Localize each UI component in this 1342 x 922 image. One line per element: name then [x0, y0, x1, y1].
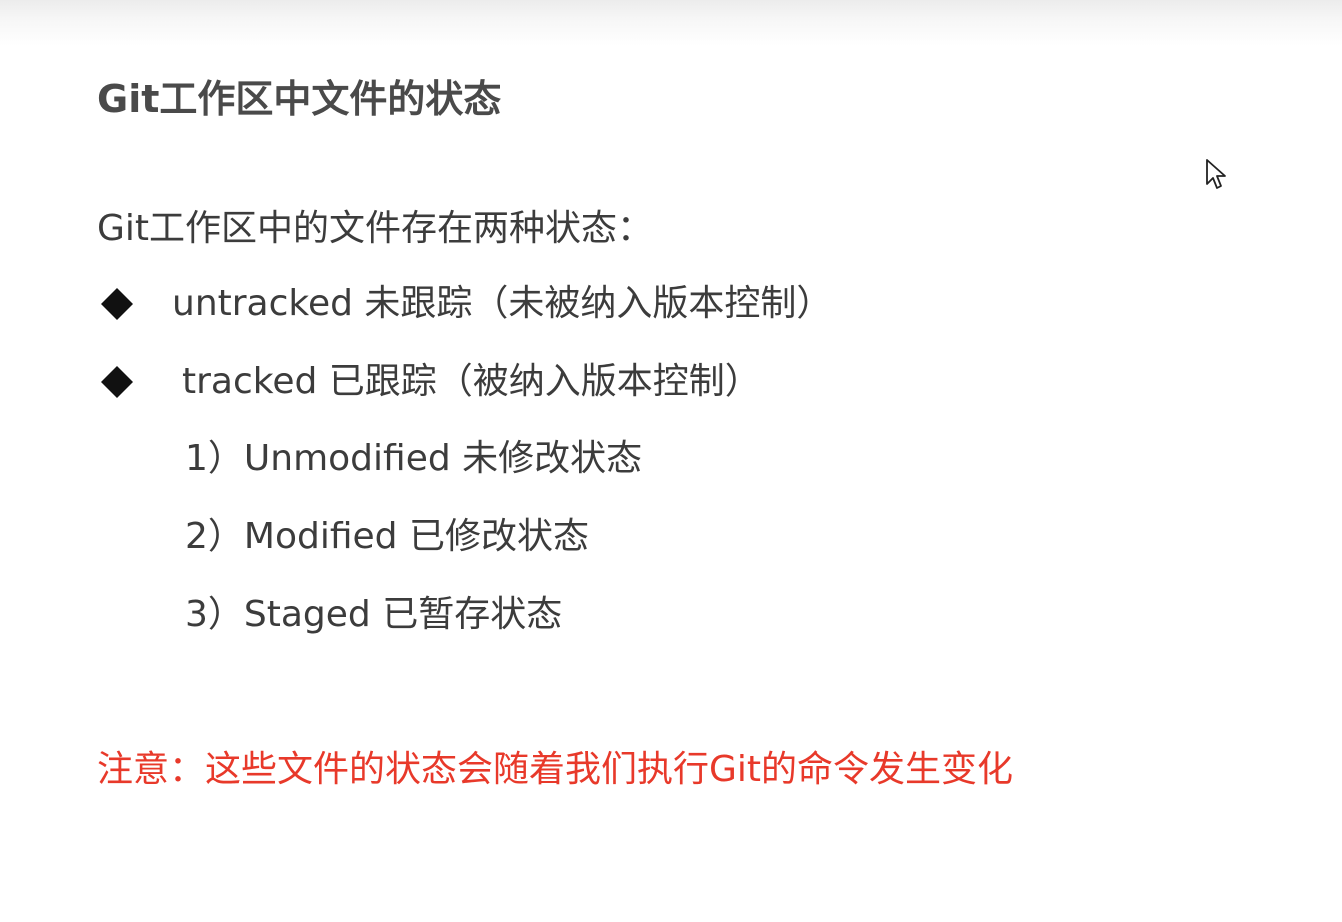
slide-title: Git工作区中文件的状态 — [97, 77, 502, 121]
sub-item-unmodified: 1）Unmodified 未修改状态 — [185, 438, 643, 479]
sub-item-staged: 3）Staged 已暂存状态 — [185, 594, 563, 635]
sub-item-modified: 2）Modified 已修改状态 — [185, 516, 589, 557]
diamond-bullet-icon — [97, 284, 137, 324]
diamond-bullet-icon — [97, 362, 137, 402]
note-text: 注意：这些文件的状态会随着我们执行Git的命令发生变化 — [97, 749, 1014, 790]
intro-text: Git工作区中的文件存在两种状态： — [97, 208, 654, 249]
top-shade-bar — [0, 0, 1342, 46]
mouse-pointer-icon — [1205, 158, 1229, 192]
bullet-untracked: untracked 未跟踪（未被纳入版本控制） — [172, 283, 833, 324]
bullet-tracked: tracked 已跟踪（被纳入版本控制） — [182, 361, 761, 402]
